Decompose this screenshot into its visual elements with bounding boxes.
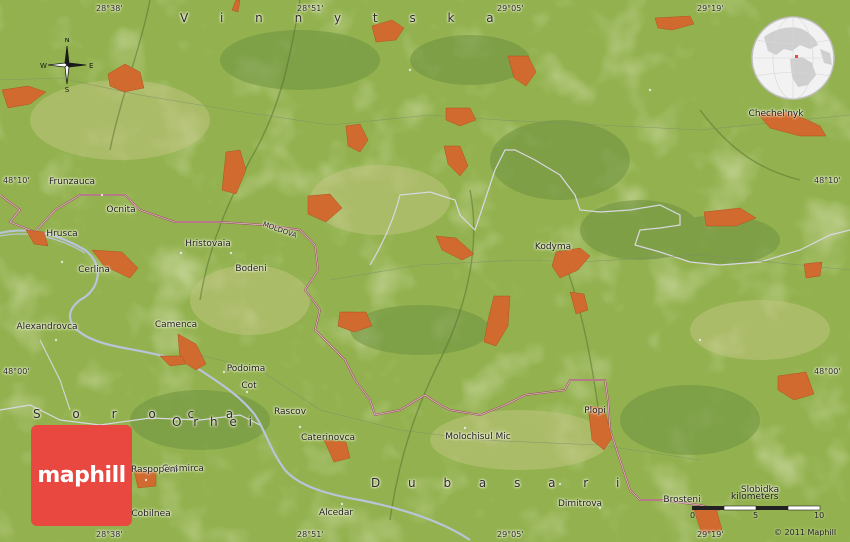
compass-n: N [64,38,69,44]
scale-end: 10 [814,511,825,520]
coord-right-1: 48°10' [814,176,841,185]
place-rascov[interactable]: Rascov [274,407,306,417]
region-orhei: O r h e i [172,415,256,429]
place-molochisul-mic[interactable]: Molochisul Mic [445,432,510,442]
map-viewport[interactable]: 28°38' 28°51' 29°05' 29°19' 28°38' 28°51… [0,0,850,542]
coord-bottom-3: 29°05' [497,530,524,539]
place-cot[interactable]: Cot [241,381,256,391]
compass-s: S [65,86,70,92]
scale-mid: 5 [753,511,759,520]
compass-icon: N S W E [40,38,93,92]
region-vinnytska: V i n n y t s k a [180,11,508,25]
place-podoima[interactable]: Podoima [227,364,266,374]
place-kodyma[interactable]: Kodyma [535,242,571,252]
coord-left-2: 48°00' [3,367,30,376]
maphill-logo[interactable]: maphill [31,425,132,526]
place-alexandrovca[interactable]: Alexandrovca [16,322,77,332]
copyright-text: © 2011 Maphill [774,528,837,537]
region-dubasari: D u b a s a r i [371,476,632,490]
coord-right-2: 48°00' [814,367,841,376]
place-camenca[interactable]: Camenca [155,320,197,330]
compass-w: W [40,62,47,70]
coord-bottom-2: 28°51' [297,530,324,539]
place-cerlina[interactable]: Cerlina [78,265,110,275]
compass-e: E [89,62,93,70]
place-dimitrova[interactable]: Dimitrova [558,499,602,509]
logo-text: maphill [37,463,126,488]
place-frunzauca[interactable]: Frunzauca [49,177,95,187]
place-chechelnyk[interactable]: Chechel'nyk [749,109,804,119]
scale-start: 0 [690,511,696,520]
place-raspopeni[interactable]: Raspopeni [131,465,178,475]
coord-top-4: 29°19' [697,4,724,13]
coord-left-1: 48°10' [3,176,30,185]
coord-top-1: 28°38' [96,4,123,13]
scale-label: kilometers [731,492,779,502]
locator-globe-icon [751,16,835,100]
place-bodeni[interactable]: Bodeni [235,264,266,274]
place-hrusca[interactable]: Hrusca [46,229,77,239]
place-cobilnea[interactable]: Cobilnea [131,509,170,519]
place-caterinovca[interactable]: Caterinovca [301,433,355,443]
place-hristovaia[interactable]: Hristovaia [185,239,231,249]
coord-bottom-4: 29°19' [697,530,724,539]
place-ocnita[interactable]: Ocnita [106,205,135,215]
place-plopi[interactable]: Plopi [584,406,606,416]
coord-bottom-1: 28°38' [96,530,123,539]
place-alcedar[interactable]: Alcedar [319,508,353,518]
